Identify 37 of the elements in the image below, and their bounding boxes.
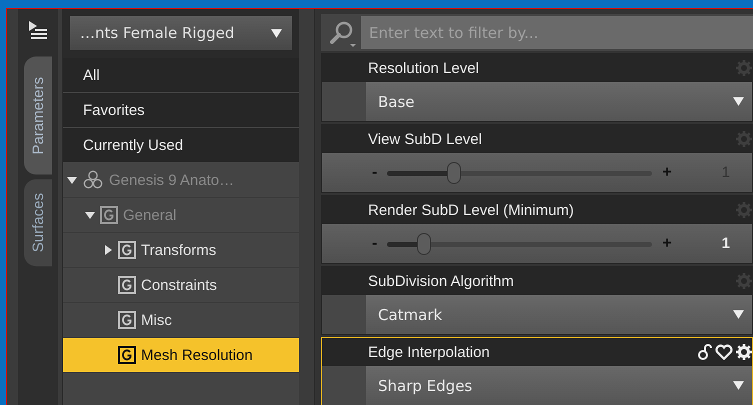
side-tab[interactable]: Parameters bbox=[24, 57, 52, 175]
group-icon bbox=[118, 346, 136, 364]
tree-item-label: Constraints bbox=[141, 276, 217, 294]
increment-button[interactable]: + bbox=[662, 234, 672, 252]
dropdown-arrow-icon bbox=[733, 381, 744, 390]
node-selector-dropdown[interactable]: …nts Female Rigged bbox=[69, 15, 293, 51]
group-icon bbox=[100, 206, 118, 224]
lock-icon[interactable] bbox=[698, 344, 712, 360]
group-icon bbox=[118, 276, 136, 294]
side-tab[interactable]: Surfaces bbox=[24, 178, 52, 266]
tree-item-label: General bbox=[123, 206, 176, 224]
tree-item-label: Transforms bbox=[141, 242, 216, 258]
property-label: Edge Interpolation bbox=[368, 344, 490, 360]
filter-item[interactable]: All bbox=[63, 58, 299, 93]
property-label: Resolution Level bbox=[368, 60, 479, 76]
dropdown-arrow-icon bbox=[733, 310, 744, 319]
value-dropdown[interactable]: Sharp Edges bbox=[366, 366, 752, 405]
slider-value[interactable]: 1 bbox=[722, 235, 730, 252]
property-label: Render SubD Level (Minimum) bbox=[368, 202, 574, 218]
dropdown-arrow-icon bbox=[733, 97, 744, 106]
dropdown-arrow-icon bbox=[271, 28, 282, 38]
tree-item-label: Mesh Resolution bbox=[141, 346, 253, 364]
property-label: View SubD Level bbox=[368, 130, 482, 148]
value-dropdown[interactable]: Base bbox=[366, 82, 752, 121]
slider-thumb[interactable] bbox=[417, 232, 432, 254]
group-icon bbox=[118, 311, 136, 329]
group-icon bbox=[118, 241, 136, 259]
slider-track[interactable] bbox=[387, 162, 652, 184]
slider-track[interactable] bbox=[387, 232, 652, 254]
value-dropdown[interactable]: Catmark bbox=[366, 295, 752, 334]
heart-icon[interactable] bbox=[715, 344, 733, 360]
filter-item[interactable]: Currently Used bbox=[63, 128, 299, 163]
property-label: SubDivision Algorithm bbox=[368, 272, 514, 290]
tree-item-label: Genesis 9 Anato… bbox=[109, 172, 234, 188]
tree-item-label: Misc bbox=[141, 312, 172, 328]
filter-item[interactable]: Favorites bbox=[63, 93, 299, 128]
figure-icon bbox=[82, 170, 104, 190]
